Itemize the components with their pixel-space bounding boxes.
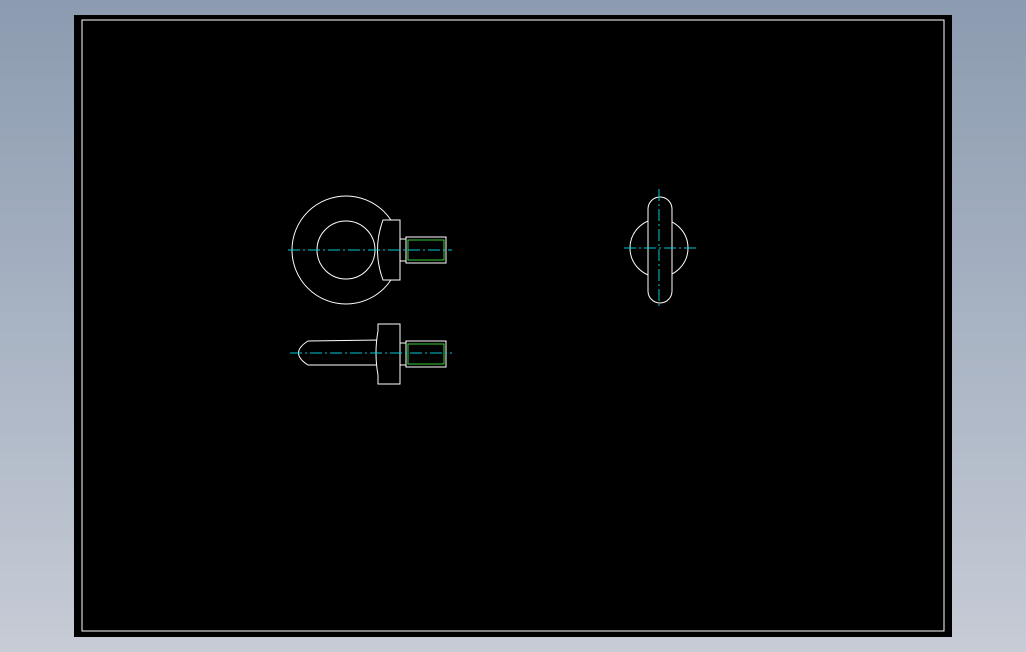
drawing-border-frame xyxy=(81,19,945,632)
eye-bolt-bottom-view xyxy=(290,323,452,385)
cad-model-space[interactable] xyxy=(74,15,952,637)
eye-bolt-side-view xyxy=(624,189,696,309)
eye-bolt-front-view xyxy=(288,195,452,305)
collar-side-outline xyxy=(375,323,401,385)
neck-side-outline xyxy=(399,342,407,366)
threaded-shank-side-outline xyxy=(405,340,447,368)
eye-ring-inner-circle xyxy=(316,220,376,280)
eye-ring-edge-slot xyxy=(647,196,673,304)
cad-drawing-canvas xyxy=(81,19,945,632)
